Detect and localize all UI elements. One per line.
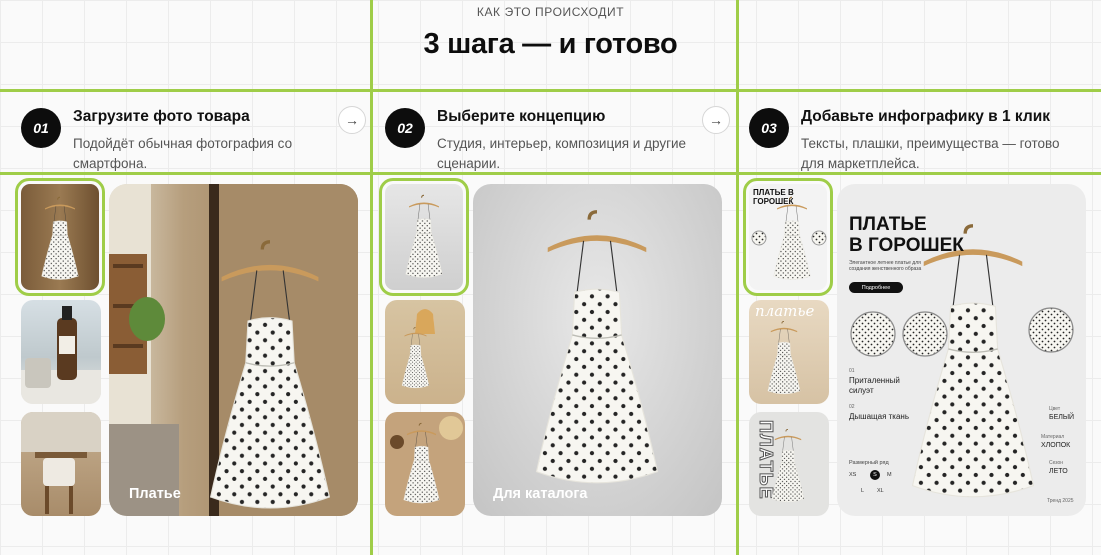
- step-description: Тексты, плашки, преимущества — готово дл…: [801, 136, 1060, 171]
- feature-2-number: 02: [849, 404, 855, 410]
- concept-thumbnail[interactable]: [385, 412, 465, 516]
- step-title: Добавьте инфографику в 1 клик: [801, 108, 1050, 125]
- spec-season-label: Сезон: [1049, 460, 1064, 466]
- more-button-label: Подробнее: [861, 284, 891, 291]
- infographic-title-line2: В ГОРОШЕК: [849, 235, 964, 256]
- next-step-button[interactable]: →: [338, 106, 366, 134]
- step-description: Подойдёт обычная фотография со смартфона…: [73, 136, 293, 171]
- trend-label: Тренд 2025: [1047, 498, 1074, 504]
- product-photo-main: Платье: [109, 184, 358, 516]
- concept-thumbnail[interactable]: [385, 300, 465, 404]
- size-xl: XL: [877, 488, 884, 494]
- step-title: Загрузите фото товара: [73, 108, 250, 125]
- infographic-thumbnail[interactable]: ПЛАТЬЕ: [749, 412, 829, 516]
- arrow-right-icon: →: [709, 112, 723, 128]
- section-title: 3 шага — и готово: [423, 28, 678, 60]
- infographic-preview: ПЛАТЬЕ В ГОРОШЕК Элегантное летнее плать…: [837, 184, 1086, 516]
- photo-thumbnail-selected[interactable]: [15, 178, 105, 296]
- step-1: 01 Загрузите фото товара Подойдёт обычна…: [21, 104, 366, 171]
- guide-line: [0, 89, 1101, 92]
- size-label: Размерный ряд: [849, 460, 889, 466]
- more-button: Подробнее: [849, 282, 903, 293]
- photo-caption: Платье: [129, 486, 181, 502]
- feature-2-text: Дышащая ткань: [849, 412, 909, 421]
- section-eyebrow: КАК ЭТО ПРОИСХОДИТ: [476, 5, 625, 19]
- step-2: 02 Выберите концепцию Студия, интерьер, …: [385, 104, 730, 171]
- size-m: M: [887, 472, 892, 478]
- step-number-badge: 01: [21, 108, 61, 148]
- photo-thumbnail[interactable]: [21, 412, 101, 516]
- arrow-right-icon: →: [345, 112, 359, 128]
- spec-material-label: Материал: [1041, 434, 1065, 440]
- next-step-button[interactable]: →: [702, 106, 730, 134]
- step-number-badge: 02: [385, 108, 425, 148]
- infographic-title-line1: ПЛАТЬЕ: [849, 214, 927, 235]
- feature-1-number: 01: [849, 368, 855, 374]
- size-l: L: [861, 488, 865, 494]
- spec-material-value: ХЛОПОК: [1041, 442, 1071, 449]
- spec-season-value: ЛЕТО: [1049, 468, 1068, 475]
- size-s: S: [870, 470, 880, 480]
- step-description: Студия, интерьер, композиция и другие сц…: [437, 136, 687, 171]
- infographic-subtitle: Элегантное летнее платье для создания же…: [849, 260, 922, 272]
- guide-line: [736, 0, 739, 555]
- spec-color-value: БЕЛЫЙ: [1049, 414, 1075, 421]
- feature-1-text: Приталенный силуэт: [849, 376, 900, 395]
- spec-color-label: Цвет: [1049, 406, 1061, 412]
- size-xs: XS: [849, 472, 857, 478]
- concept-preview: Для каталога: [473, 184, 722, 516]
- photo-thumbnail[interactable]: [21, 300, 101, 404]
- step-title: Выберите концепцию: [437, 108, 606, 125]
- concept-thumbnail-selected[interactable]: [379, 178, 469, 296]
- infographic-thumbnail[interactable]: платье: [749, 300, 829, 404]
- guide-line: [370, 0, 373, 555]
- step-3: 03 Добавьте инфографику в 1 клик Тексты,…: [749, 104, 1099, 171]
- infographic-thumbnail-selected[interactable]: ПЛАТЬЕ В ГОРОШЕК: [743, 178, 833, 296]
- concept-caption: Для каталога: [493, 486, 588, 502]
- step-number-badge: 03: [749, 108, 789, 148]
